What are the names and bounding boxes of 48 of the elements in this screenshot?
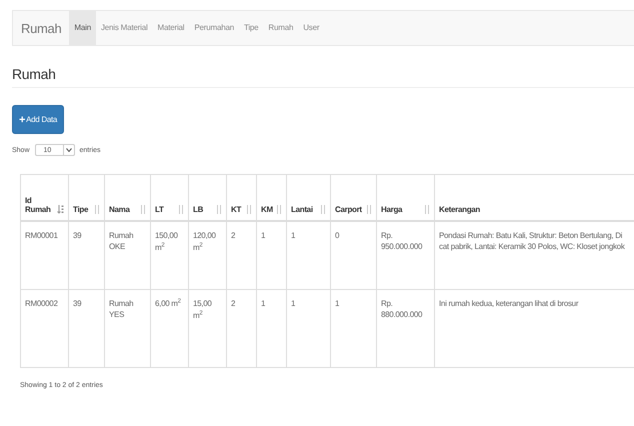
add-data-button[interactable]: +Add Data [12, 105, 64, 134]
table-cell: 1 [261, 298, 266, 308]
table-cell: 1 [335, 298, 340, 308]
nav-link[interactable]: Main [69, 11, 96, 45]
table-cell: 39 [73, 230, 82, 240]
column-header[interactable]: Carport [335, 204, 362, 214]
column-header[interactable]: Lantai [291, 204, 313, 214]
column-header[interactable]: LT [155, 204, 164, 214]
table-cell: 2 [231, 230, 236, 240]
table-cell: 120,00 m$^{2}$ [193, 230, 216, 252]
table-cell: 39 [73, 298, 82, 308]
table-cell: Rp. 880.000.000 [381, 298, 422, 320]
table-cell: 15,00 m$^{2}$ [193, 298, 212, 320]
sort-icon[interactable] [246, 204, 252, 214]
table-cell: 150,00 m$^{2}$ [155, 230, 178, 252]
caret-icon [62, 144, 74, 156]
column-header[interactable]: Nama [109, 204, 130, 214]
sort-icon[interactable] [178, 204, 184, 214]
page-heading: Rumah [12, 66, 634, 88]
table-cell: 1 [291, 230, 296, 240]
column-header[interactable]: KT [231, 204, 242, 214]
table-cell: 1 [261, 230, 266, 240]
table-cell: Rumah YES [109, 298, 134, 320]
column-header[interactable]: LB [193, 204, 204, 214]
column-header[interactable]: Tipe [73, 204, 88, 214]
sort-icon[interactable] [94, 204, 100, 214]
table-cell: 6,00 m$^{2}$ [155, 299, 181, 308]
table-cell: 1 [291, 298, 296, 308]
sort-icon[interactable] [140, 204, 146, 214]
table-cell: RM00002 [25, 298, 58, 308]
table-cell: 0 [335, 230, 340, 240]
table-cell-text: Pondasi Rumah: Batu Kali, Struktur: Beton Bertulang, Di cat pabrik, Lantai: Keramik 30 Polos, WC: Kloset jongkok [439, 230, 626, 253]
sort-icon[interactable] [320, 204, 326, 214]
column-header[interactable]: Keterangan [439, 204, 480, 214]
table-cell: 2 [231, 298, 236, 308]
sort-icon[interactable] [216, 204, 222, 214]
sort-ascending-icon[interactable] [57, 204, 64, 214]
table-cell: Rumah OKE [109, 230, 134, 252]
table-cell: RM00001 [25, 230, 58, 240]
column-header[interactable]: KM [261, 204, 273, 214]
sort-icon[interactable] [276, 204, 282, 214]
sort-icon[interactable] [366, 204, 372, 214]
column-header[interactable]: Harga [381, 204, 402, 214]
plus-icon: + [19, 114, 26, 126]
sort-icon[interactable] [424, 204, 430, 214]
table-cell-text: Ini rumah kedua, keterangan lihat di brosur [439, 298, 580, 310]
brand-link[interactable]: Rumah [19, 20, 70, 36]
table-cell: Rp. 950.000.000 [381, 230, 422, 252]
